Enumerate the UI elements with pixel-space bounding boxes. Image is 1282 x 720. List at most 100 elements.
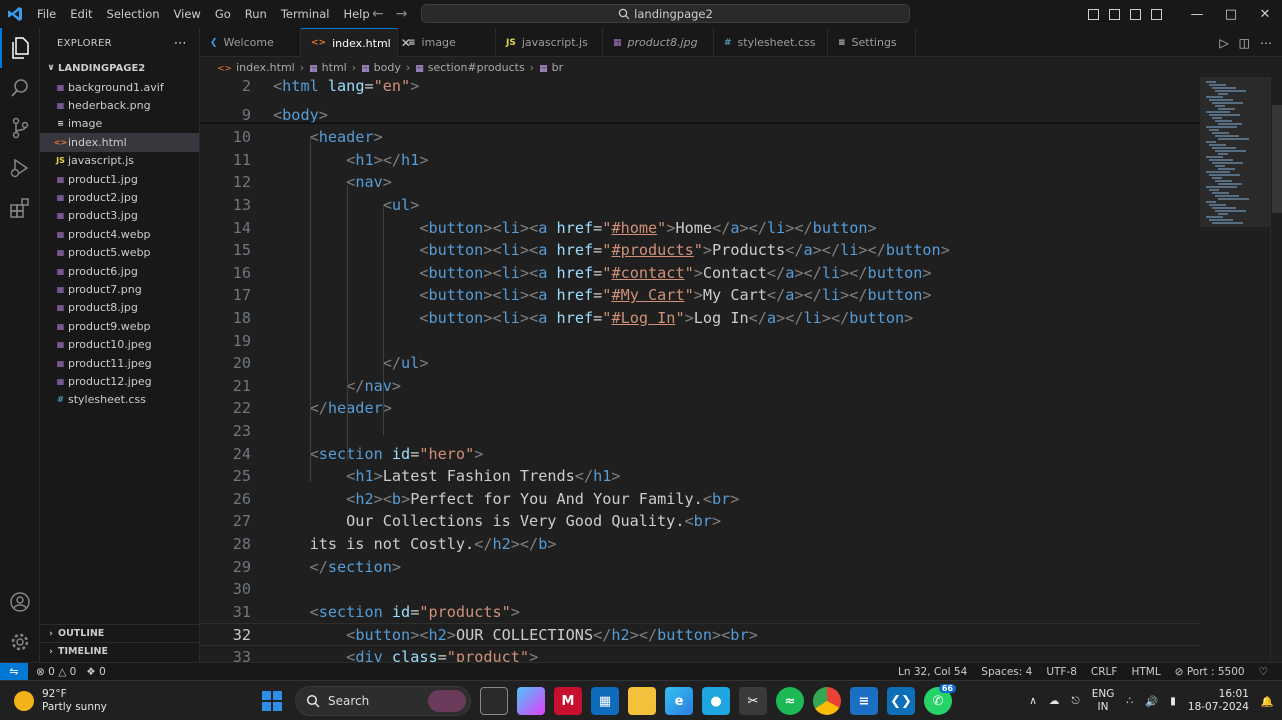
menu-view[interactable]: View	[167, 0, 208, 28]
file-item[interactable]: ▦ product2.jpg	[40, 188, 199, 206]
code-line[interactable]: 2 <html lang="en">	[200, 77, 1200, 98]
show-hidden-icons-chevron-icon[interactable]: ∧	[1029, 695, 1037, 707]
breadcrumb-item[interactable]: ▦ html	[309, 61, 347, 74]
back-arrow-icon[interactable]: ←	[372, 0, 384, 28]
code-line[interactable]: 12 <nav>	[200, 171, 1200, 194]
notifications-bell-icon[interactable]: ♡	[1259, 666, 1268, 678]
copilot-icon[interactable]	[517, 687, 545, 715]
toggle-primary-sidebar-icon[interactable]	[1088, 8, 1099, 20]
code-line[interactable]: 25 <h1>Latest Fashion Trends</h1>	[200, 465, 1200, 488]
breadcrumb-item[interactable]: ▦ br	[539, 61, 563, 74]
search-icon[interactable]	[0, 68, 40, 108]
spotify-icon[interactable]: ≈	[776, 687, 804, 715]
tab-settings[interactable]: ≡ Settings	[828, 28, 916, 57]
file-item[interactable]: ▦ background1.avif	[40, 78, 199, 96]
remote-indicator-icon[interactable]: ⇋	[0, 662, 28, 681]
tab-stylesheet-css[interactable]: # stylesheet.css	[714, 28, 828, 57]
code-line[interactable]: 11 <h1></h1>	[200, 149, 1200, 172]
source-control-icon[interactable]	[0, 108, 40, 148]
code-line[interactable]: 22 </header>	[200, 397, 1200, 420]
code-line[interactable]: 10 <header>	[200, 126, 1200, 149]
file-item[interactable]: ▦ product3.jpg	[40, 207, 199, 225]
code-line[interactable]: 27 Our Collections is Very Good Quality.…	[200, 510, 1200, 533]
split-editor-icon[interactable]: ◫	[1239, 36, 1250, 50]
code-line[interactable]: 21 </nav>	[200, 375, 1200, 398]
file-item[interactable]: ▦ product12.jpeg	[40, 372, 199, 390]
editor-scrollbar[interactable]	[1270, 77, 1282, 662]
breadcrumb-item[interactable]: ▦ section#products	[415, 61, 524, 74]
file-item[interactable]: <> index.html	[40, 133, 199, 152]
language-mode[interactable]: HTML	[1131, 666, 1160, 678]
tab-image[interactable]: ≡ image	[398, 28, 496, 57]
file-item[interactable]: ▦ product5.webp	[40, 244, 199, 262]
notification-bell-icon[interactable]: 🔔	[1261, 695, 1274, 708]
command-center-search[interactable]: landingpage2	[421, 4, 910, 23]
code-line[interactable]: 29 </section>	[200, 556, 1200, 579]
code-line[interactable]: 33 <div class="product">	[200, 646, 1200, 662]
file-item[interactable]: ▦ product9.webp	[40, 317, 199, 335]
outline-section[interactable]: › OUTLINE	[40, 624, 200, 642]
manage-gear-icon[interactable]	[0, 622, 40, 662]
end-of-line[interactable]: CRLF	[1091, 666, 1118, 678]
file-item[interactable]: ▦ product11.jpeg	[40, 354, 199, 372]
file-item[interactable]: ▦ product1.jpg	[40, 170, 199, 188]
code-line[interactable]: 31 <section id="products">	[200, 601, 1200, 624]
store-icon[interactable]: ▦	[591, 687, 619, 715]
paint-icon[interactable]: ●	[702, 687, 730, 715]
code-editor[interactable]: 2 <html lang="en"> 9 <body> 10 <header> 11 <h…	[200, 77, 1200, 662]
tab-welcome[interactable]: ❮ Welcome	[200, 28, 301, 57]
close-window-button[interactable]: ✕	[1248, 7, 1282, 22]
extensions-icon[interactable]	[0, 188, 40, 228]
cursor-position[interactable]: Ln 32, Col 54	[898, 666, 967, 678]
menu-run[interactable]: Run	[238, 0, 274, 28]
file-item[interactable]: ≡ image	[40, 115, 199, 133]
clock[interactable]: 16:01 18-07-2024	[1188, 688, 1249, 714]
menu-file[interactable]: File	[30, 0, 63, 28]
forward-arrow-icon[interactable]: →	[396, 0, 408, 28]
code-line[interactable]: 18 <button><li><a href="#Log In">Log In<…	[200, 307, 1200, 330]
code-line[interactable]: 15 <button><li><a href="#products">Produ…	[200, 239, 1200, 262]
chrome-browser-icon[interactable]	[813, 687, 841, 715]
code-line[interactable]: 26 <h2><b>Perfect for You And Your Famil…	[200, 488, 1200, 511]
edge-browser-icon[interactable]: e	[665, 687, 693, 715]
code-line[interactable]: 20 </ul>	[200, 352, 1200, 375]
menu-terminal[interactable]: Terminal	[274, 0, 337, 28]
menu-edit[interactable]: Edit	[63, 0, 99, 28]
file-item[interactable]: ▦ product7.png	[40, 280, 199, 298]
file-item[interactable]: JS javascript.js	[40, 152, 199, 170]
menu-help[interactable]: Help	[336, 0, 376, 28]
menu-selection[interactable]: Selection	[100, 0, 167, 28]
run-icon[interactable]: ▷	[1219, 36, 1228, 50]
more-actions-icon[interactable]: ⋯	[174, 36, 187, 51]
explorer-icon[interactable]	[0, 28, 40, 68]
weather-widget[interactable]: 92°F Partly sunny	[14, 681, 107, 720]
notepad-icon[interactable]: ≡	[850, 687, 878, 715]
microphone-icon[interactable]: ⎋	[1071, 695, 1079, 708]
indentation[interactable]: Spaces: 4	[981, 666, 1032, 678]
customize-layout-icon[interactable]	[1151, 8, 1162, 20]
whatsapp-icon[interactable]: ✆ 66	[924, 684, 956, 715]
run-debug-icon[interactable]	[0, 148, 40, 188]
code-line[interactable]: 14 <button><li><a href="#home">Home</a><…	[200, 217, 1200, 240]
wifi-icon[interactable]: ∴	[1126, 695, 1133, 707]
file-item[interactable]: ▦ product6.jpg	[40, 262, 199, 280]
task-view-icon[interactable]	[480, 687, 508, 715]
code-line[interactable]: 13 <ul>	[200, 194, 1200, 217]
maximize-button[interactable]: □	[1214, 7, 1248, 22]
code-line[interactable]: 32 <button><h2>OUR COLLECTIONS</h2></but…	[200, 623, 1200, 646]
file-explorer-icon[interactable]	[628, 687, 656, 715]
code-line[interactable]: 30	[200, 578, 1200, 601]
toggle-panel-icon[interactable]	[1109, 8, 1120, 20]
snipping-tool-icon[interactable]: ✂	[739, 687, 767, 715]
code-line[interactable]: 23	[200, 420, 1200, 443]
language-indicator[interactable]: ENG IN	[1092, 688, 1115, 714]
folder-landingpage2[interactable]: ∨ LANDINGPAGE2	[40, 58, 199, 78]
tab-javascript-js[interactable]: JS javascript.js	[496, 28, 603, 57]
mcafee-icon[interactable]: M	[554, 687, 582, 715]
code-line[interactable]: 28 its is not Costly.</h2></b>	[200, 533, 1200, 556]
file-item[interactable]: ▦ product4.webp	[40, 225, 199, 243]
vscode-taskbar-icon[interactable]: ❮❯	[887, 687, 915, 715]
ports-indicator[interactable]: ❖ 0	[86, 666, 105, 678]
code-line[interactable]: 16 <button><li><a href="#contact">Contac…	[200, 262, 1200, 285]
tab-index-html[interactable]: <> index.html ✕	[301, 28, 411, 57]
